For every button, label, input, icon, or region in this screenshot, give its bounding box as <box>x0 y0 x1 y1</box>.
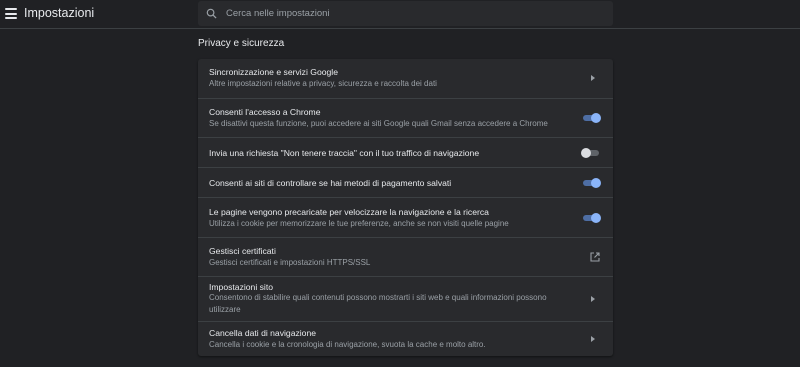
chevron-right-icon <box>591 336 595 342</box>
search-box[interactable] <box>198 1 613 26</box>
privacy-settings-card: Sincronizzazione e servizi Google Altre … <box>198 59 613 356</box>
row-subtitle: Altre impostazioni relative a privacy, s… <box>209 79 437 88</box>
search-icon <box>206 8 217 19</box>
row-sync-google-services[interactable]: Sincronizzazione e servizi Google Altre … <box>198 59 613 98</box>
hamburger-menu-icon[interactable] <box>5 8 17 19</box>
row-subtitle: Se disattivi questa funzione, puoi acced… <box>209 119 548 128</box>
allow-chrome-signin-toggle[interactable] <box>581 113 601 123</box>
row-clear-browsing-data[interactable]: Cancella dati di navigazione Cancella i … <box>198 321 613 356</box>
preload-pages-toggle[interactable] <box>581 213 601 223</box>
row-subtitle: Utilizza i cookie per memorizzare le tue… <box>209 219 509 228</box>
row-title: Invia una richiesta "Non tenere traccia"… <box>209 148 480 158</box>
section-title: Privacy e sicurezza <box>198 38 285 49</box>
row-title: Consenti l'accesso a Chrome <box>209 107 321 117</box>
row-title: Sincronizzazione e servizi Google <box>209 67 338 77</box>
page-title: Impostazioni <box>24 6 95 20</box>
row-title: Gestisci certificati <box>209 246 276 256</box>
row-title: Le pagine vengono precaricate per veloci… <box>209 207 489 217</box>
payment-methods-toggle[interactable] <box>581 178 601 188</box>
row-manage-certificates[interactable]: Gestisci certificati Gestisci certificat… <box>198 237 613 276</box>
row-subtitle: Gestisci certificati e impostazioni HTTP… <box>209 258 371 267</box>
row-title: Impostazioni sito <box>209 282 274 292</box>
row-subtitle: Consentono di stabilire quali contenuti … <box>209 293 547 314</box>
row-site-settings[interactable]: Impostazioni sito Consentono di stabilir… <box>198 276 613 321</box>
chevron-right-icon <box>591 75 595 81</box>
row-title: Consenti ai siti di controllare se hai m… <box>209 178 452 188</box>
search-input[interactable] <box>226 1 606 26</box>
open-in-new-icon[interactable] <box>590 252 600 262</box>
top-toolbar: Impostazioni <box>0 0 800 29</box>
row-do-not-track[interactable]: Invia una richiesta "Non tenere traccia"… <box>198 137 613 167</box>
do-not-track-toggle[interactable] <box>581 148 601 158</box>
row-subtitle: Cancella i cookie e la cronologia di nav… <box>209 340 486 349</box>
row-title: Cancella dati di navigazione <box>209 328 317 338</box>
row-allow-chrome-signin[interactable]: Consenti l'accesso a Chrome Se disattivi… <box>198 98 613 137</box>
row-preload-pages[interactable]: Le pagine vengono precaricate per veloci… <box>198 197 613 237</box>
chevron-right-icon <box>591 296 595 302</box>
row-payment-methods-check[interactable]: Consenti ai siti di controllare se hai m… <box>198 167 613 197</box>
